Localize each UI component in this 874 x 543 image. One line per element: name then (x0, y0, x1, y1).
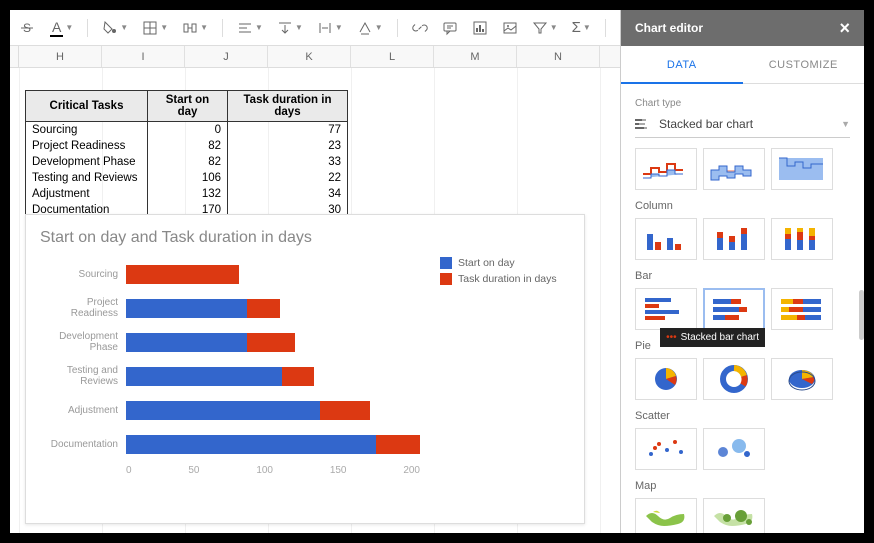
app-frame: S A▼ ▼ ▼ ▼ ▼ ▼ ▼ ▼ ▼ Σ▼ ⋯ ∧ H I J K L M … (10, 10, 864, 533)
comment-icon[interactable] (442, 20, 458, 36)
functions-icon[interactable]: Σ▼ (572, 19, 591, 36)
chart-type-label: Chart type (635, 98, 850, 109)
chart-option-stacked-column[interactable] (703, 218, 765, 260)
bar-segment (126, 435, 376, 454)
bar-segment (282, 367, 314, 386)
chart-option-donut[interactable] (703, 358, 765, 400)
table-row: Development Phase8233 (26, 154, 348, 170)
x-tick: 0 (126, 465, 132, 476)
column-header[interactable]: I (102, 46, 185, 67)
link-icon[interactable] (412, 20, 428, 36)
column-header[interactable]: L (351, 46, 434, 67)
bar-segment (247, 299, 281, 318)
table-row: Testing and Reviews10622 (26, 170, 348, 186)
fill-color-icon[interactable]: ▼ (102, 20, 128, 36)
bar-segment (320, 401, 370, 420)
chart-option-stepped-area[interactable] (635, 148, 697, 190)
data-table[interactable]: Critical Tasks Start on day Task duratio… (25, 90, 348, 219)
scrollbar-thumb[interactable] (859, 290, 864, 340)
borders-icon[interactable]: ▼ (142, 20, 168, 36)
legend-swatch (440, 273, 452, 285)
table-row: Sourcing077 (26, 122, 348, 139)
chart-option-stacked-stepped[interactable] (703, 148, 765, 190)
x-tick: 150 (330, 465, 347, 476)
horizontal-align-icon[interactable]: ▼ (237, 20, 263, 36)
tooltip: •••Stacked bar chart (660, 328, 765, 347)
chart-title: Start on day and Task duration in days (40, 229, 570, 247)
bar-label: Adjustment (40, 405, 126, 416)
bar-label: Sourcing (40, 269, 126, 280)
text-rotation-icon[interactable]: ▼ (357, 20, 383, 36)
close-icon[interactable]: × (839, 18, 850, 39)
chart-option-stacked-bar[interactable]: •••Stacked bar chart (703, 288, 765, 330)
column-header[interactable]: M (434, 46, 517, 67)
insert-chart-icon[interactable] (472, 20, 488, 36)
text-wrap-icon[interactable]: ▼ (317, 20, 343, 36)
legend-label: Task duration in days (458, 273, 557, 285)
bar-label: Testing andReviews (40, 365, 126, 387)
editor-tabs: DATA CUSTOMIZE (621, 46, 864, 84)
chart-option-3d-pie[interactable] (771, 358, 833, 400)
chart-plot: Sourcing ProjectReadiness DevelopmentPhase… (40, 257, 420, 497)
chart-option-100-column[interactable] (771, 218, 833, 260)
bar-segment (126, 401, 320, 420)
table-header[interactable]: Critical Tasks (26, 91, 148, 122)
bar-segment (126, 299, 247, 318)
bar-label: ProjectReadiness (40, 297, 126, 319)
tab-customize[interactable]: CUSTOMIZE (743, 46, 865, 83)
chart-option-column[interactable] (635, 218, 697, 260)
bar-segment (126, 333, 247, 352)
column-header[interactable]: H (19, 46, 102, 67)
editor-header: Chart editor × (621, 10, 864, 46)
bar-label: DevelopmentPhase (40, 331, 126, 353)
chart-option-100-bar[interactable] (771, 288, 833, 330)
table-header[interactable]: Start on day (148, 91, 228, 122)
column-header[interactable]: K (268, 46, 351, 67)
chart-option-pie[interactable] (635, 358, 697, 400)
chart-option-geo-markers[interactable] (703, 498, 765, 533)
spreadsheet-area[interactable]: H I J K L M N Critical Tasks Start on da… (10, 46, 620, 533)
editor-body: Chart type Stacked bar chart ▼ Column Ba… (621, 84, 864, 533)
bar-segment (376, 435, 420, 454)
section-column: Column (635, 200, 850, 212)
legend-label: Start on day (458, 257, 515, 269)
chart-option-100-stepped[interactable] (771, 148, 833, 190)
filter-icon[interactable]: ▼ (532, 20, 558, 36)
stacked-bar-icon (635, 118, 651, 130)
chart-option-bubble[interactable] (703, 428, 765, 470)
bar-label: Documentation (40, 439, 126, 450)
strikethrough-icon[interactable]: S (20, 20, 36, 36)
table-row: Adjustment13234 (26, 186, 348, 202)
chart-type-value: Stacked bar chart (659, 117, 753, 131)
table-row: Project Readiness8223 (26, 138, 348, 154)
bar-segment (126, 265, 239, 284)
insert-image-icon[interactable] (502, 20, 518, 36)
chart-editor-panel: Chart editor × DATA CUSTOMIZE Chart type… (620, 10, 864, 533)
vertical-align-icon[interactable]: ▼ (277, 20, 303, 36)
text-color-icon[interactable]: A▼ (50, 19, 73, 37)
chevron-down-icon: ▼ (841, 119, 850, 129)
chart-legend: Start on day Task duration in days (420, 257, 570, 497)
chart-option-scatter[interactable] (635, 428, 697, 470)
tab-data[interactable]: DATA (621, 46, 743, 84)
section-bar: Bar (635, 270, 850, 282)
column-header[interactable]: J (185, 46, 268, 67)
x-tick: 100 (256, 465, 273, 476)
x-tick: 200 (403, 465, 420, 476)
section-map: Map (635, 480, 850, 492)
chart-option-bar[interactable] (635, 288, 697, 330)
embedded-chart[interactable]: Start on day and Task duration in days S… (25, 214, 585, 524)
x-tick: 50 (188, 465, 199, 476)
column-header[interactable]: N (517, 46, 600, 67)
column-headers: H I J K L M N (10, 46, 620, 68)
table-header[interactable]: Task duration in days (228, 91, 348, 122)
chart-type-select[interactable]: Stacked bar chart ▼ (635, 113, 850, 138)
chart-option-geo[interactable] (635, 498, 697, 533)
legend-swatch (440, 257, 452, 269)
editor-title: Chart editor (635, 21, 703, 35)
merge-icon[interactable]: ▼ (182, 20, 208, 36)
bar-segment (247, 333, 296, 352)
bar-segment (126, 367, 282, 386)
section-scatter: Scatter (635, 410, 850, 422)
